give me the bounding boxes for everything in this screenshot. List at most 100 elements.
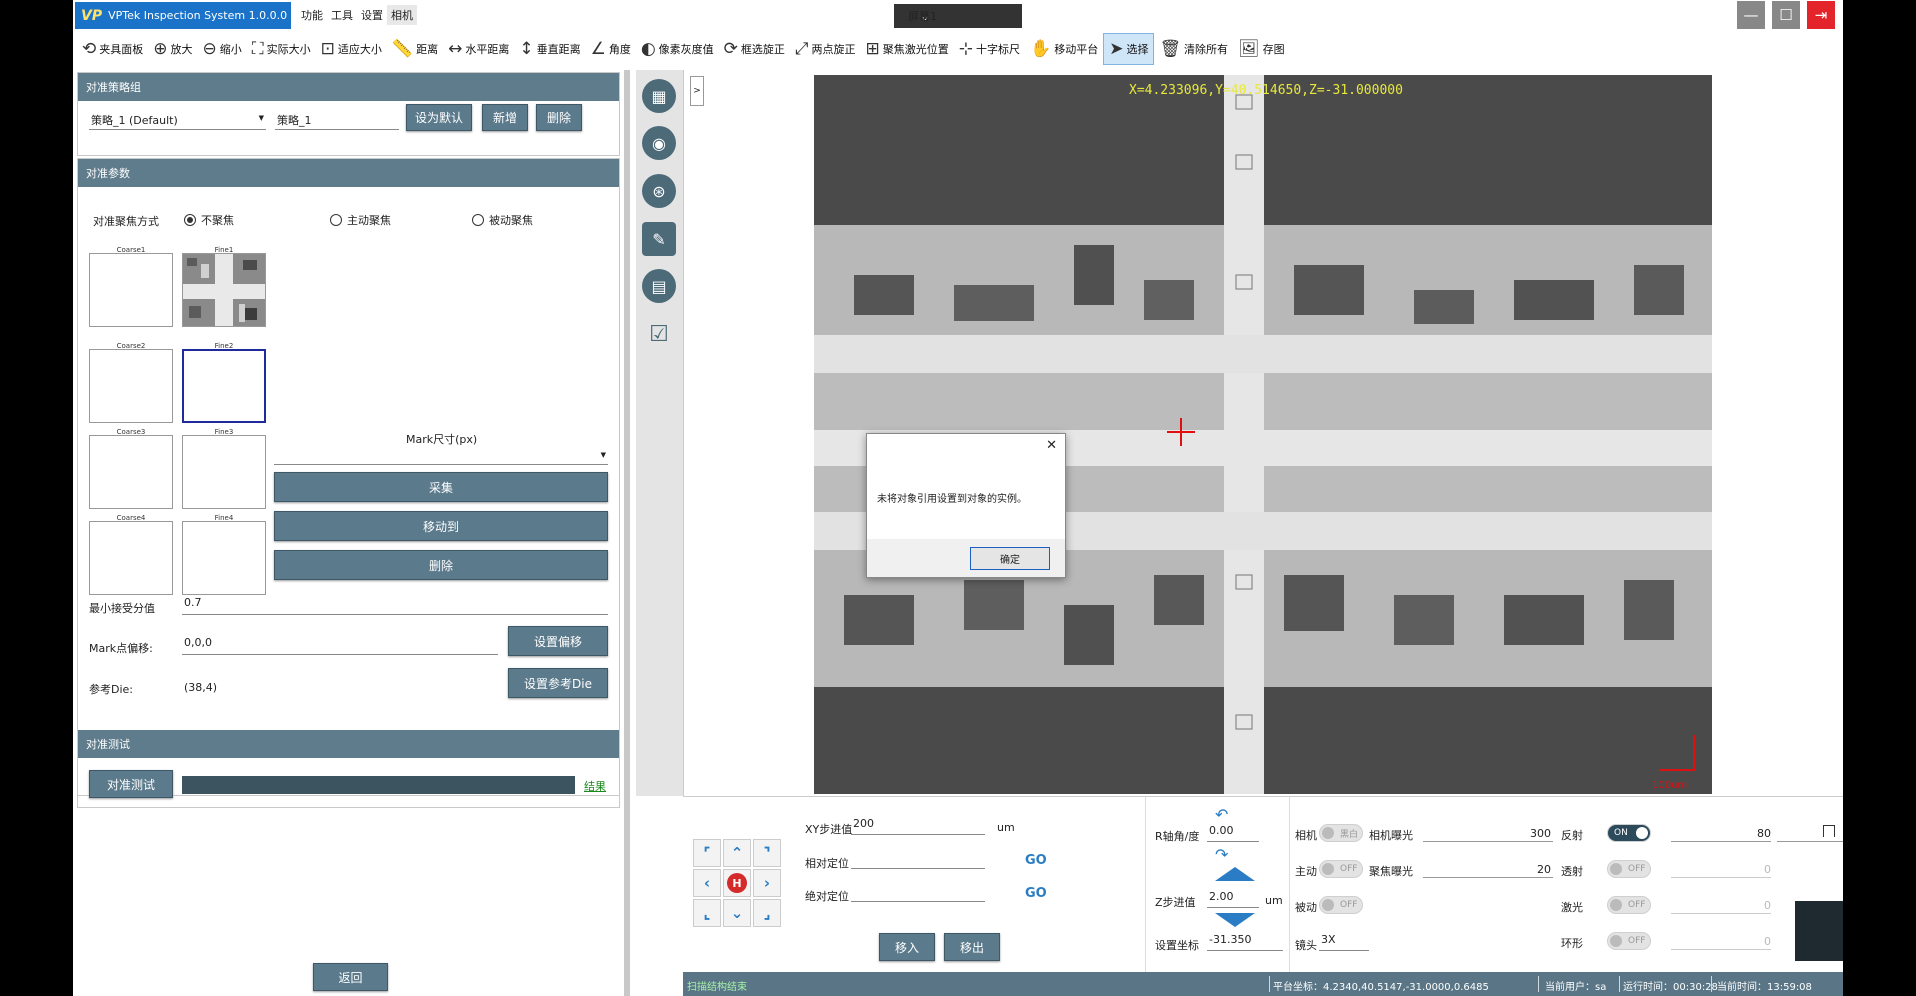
move-out-button[interactable]: 移出 [944,933,1000,961]
wafer-map-icon[interactable]: ▦ [642,79,676,113]
set-coord-input[interactable]: -31.350 [1207,933,1283,951]
move-down-button[interactable]: ⌄ [723,899,751,927]
camera-icon[interactable]: ◉ [642,126,676,160]
relative-go-button[interactable]: GO [1025,853,1047,868]
move-up-button[interactable]: ⌃ [723,839,751,867]
reflect-mode-select[interactable] [1777,841,1843,842]
camera-exposure-value[interactable]: 300 [1511,827,1551,840]
absolute-pos-input[interactable] [851,884,985,902]
lens-select[interactable]: 3X [1319,933,1369,951]
menu-camera[interactable]: 相机 [387,5,417,25]
measure-tool-icon[interactable]: ✎ [642,222,676,256]
dialog-ok-button[interactable]: 确定 [970,547,1050,570]
focus-active-radio[interactable]: 主动聚焦 [330,212,391,228]
transmit-light-toggle[interactable]: OFF [1607,860,1651,878]
focus-passive-radio[interactable]: 被动聚焦 [472,212,533,228]
rotate-ccw-icon[interactable]: ↶ [1215,805,1228,824]
reflect-value[interactable]: 80 [1731,827,1771,840]
r-angle-input[interactable]: 0.00 [1207,824,1259,842]
target-settings-icon[interactable]: ⊛ [642,174,676,208]
z-down-icon[interactable] [1215,913,1255,927]
focus-none-radio[interactable]: 不聚焦 [184,212,234,228]
tool-two-point-rotate[interactable]: ⤢ 两点旋正 [790,33,861,65]
z-up-icon[interactable] [1215,867,1255,881]
exit-button[interactable]: ⇥ [1807,1,1835,29]
xy-step-input[interactable]: 200 [851,817,985,835]
tool-angle[interactable]: ∠ 角度 [586,33,636,65]
thumb-coarse4[interactable] [89,521,173,595]
tool-laser-focus[interactable]: ⊞ 聚焦激光位置 [861,33,954,65]
set-offset-button[interactable]: 设置偏移 [508,626,608,656]
home-button[interactable]: H [723,869,751,897]
tool-vertical-distance[interactable]: ↕ 垂直距离 [514,33,585,65]
menu-tools[interactable]: 工具 [327,5,357,25]
thumb-fine3[interactable] [182,435,266,509]
move-up-right-button[interactable]: ⌝ [753,839,781,867]
thumb-coarse1[interactable] [89,253,173,327]
menu-function[interactable]: 功能 [297,5,327,25]
tool-box-rotate[interactable]: ⟳ 框选旋正 [719,33,790,65]
tool-distance[interactable]: 📏 距离 [387,33,443,65]
z-step-input[interactable]: 2.00 [1207,890,1259,908]
mark-size-select[interactable]: ▼ [274,447,608,465]
move-up-left-button[interactable]: ⌜ [693,839,721,867]
tool-move-platform[interactable]: ✋ 移动平台 [1025,33,1103,65]
minimize-button[interactable]: — [1737,1,1765,29]
laser-toggle[interactable]: OFF [1607,896,1651,914]
set-default-button[interactable]: 设为默认 [406,104,472,131]
tool-zoom-out[interactable]: ⊖ 缩小 [198,33,247,65]
relative-pos-input[interactable] [851,851,985,869]
maximize-button[interactable]: ☐ [1772,1,1800,29]
tool-crosshair-ruler[interactable]: ⊹ 十字标尺 [954,33,1025,65]
absolute-go-button[interactable]: GO [1025,886,1047,901]
checklist-icon[interactable]: ☑ [642,317,676,351]
move-right-button[interactable]: › [753,869,781,897]
menu-settings[interactable]: 设置 [357,5,387,25]
image-chart-icon[interactable]: ▤ [642,269,676,303]
tool-horizontal-distance[interactable]: ↔ 水平距离 [443,33,514,65]
close-icon[interactable]: ✕ [1046,438,1057,453]
thumb-coarse3[interactable] [89,435,173,509]
move-down-left-button[interactable]: ⌞ [693,899,721,927]
strategy-name-input[interactable]: 策略_1 [275,112,399,130]
panel-splitter[interactable] [624,70,630,996]
move-to-button[interactable]: 移动到 [274,511,608,541]
tool-select[interactable]: ➤ 选择 [1103,33,1155,65]
passive-focus-toggle[interactable]: OFF [1319,896,1363,914]
tool-fit-size[interactable]: ⊡ 适应大小 [316,33,387,65]
reflect-light-toggle[interactable]: ON [1607,824,1651,842]
move-in-button[interactable]: 移入 [879,933,935,961]
floating-widget[interactable] [1795,901,1843,961]
rotate-cw-icon[interactable]: ↷ [1215,845,1228,864]
active-focus-toggle[interactable]: OFF [1319,860,1363,878]
expand-panel-button[interactable]: > [690,76,704,106]
focus-exposure-label: 聚焦曝光 [1369,865,1413,878]
tool-save-image[interactable]: 🖼 存图 [1233,33,1290,65]
back-button[interactable]: 返回 [313,963,388,991]
strategy-select[interactable]: 策略_1 (Default) ▼ [89,112,266,130]
focus-exposure-value[interactable]: 20 [1511,863,1551,876]
ring-light-toggle[interactable]: OFF [1607,932,1651,950]
delete-mark-button[interactable]: 删除 [274,550,608,580]
thumb-fine2[interactable] [182,349,266,423]
tool-fixture-panel[interactable]: ⟲ 夹具面板 [77,33,148,65]
tool-grayscale[interactable]: ◐ 像素灰度值 [636,33,719,65]
move-down-right-button[interactable]: ⌟ [753,899,781,927]
screen-select[interactable]: ⌄ 屏幕1 [894,4,1022,28]
collect-button[interactable]: 采集 [274,472,608,502]
thumb-fine1[interactable] [182,253,266,327]
thumb-coarse2[interactable] [89,349,173,423]
result-link[interactable]: 结果 [584,778,606,794]
delete-strategy-button[interactable]: 删除 [536,104,582,131]
thumb-fine4[interactable] [182,521,266,595]
tool-clear-all[interactable]: 🗑 清除所有 [1154,33,1233,65]
move-left-button[interactable]: ‹ [693,869,721,897]
run-alignment-test-button[interactable]: 对准测试 [89,770,173,798]
min-accept-input[interactable]: 0.7 [182,596,608,615]
mark-offset-input[interactable]: 0,0,0 [182,636,498,655]
add-strategy-button[interactable]: 新增 [482,104,528,131]
tool-zoom-in[interactable]: ⊕ 放大 [148,33,197,65]
camera-mode-toggle[interactable]: 黑白 [1319,824,1363,842]
tool-actual-size[interactable]: ⛶ 实际大小 [247,33,316,65]
set-ref-die-button[interactable]: 设置参考Die [508,668,608,698]
